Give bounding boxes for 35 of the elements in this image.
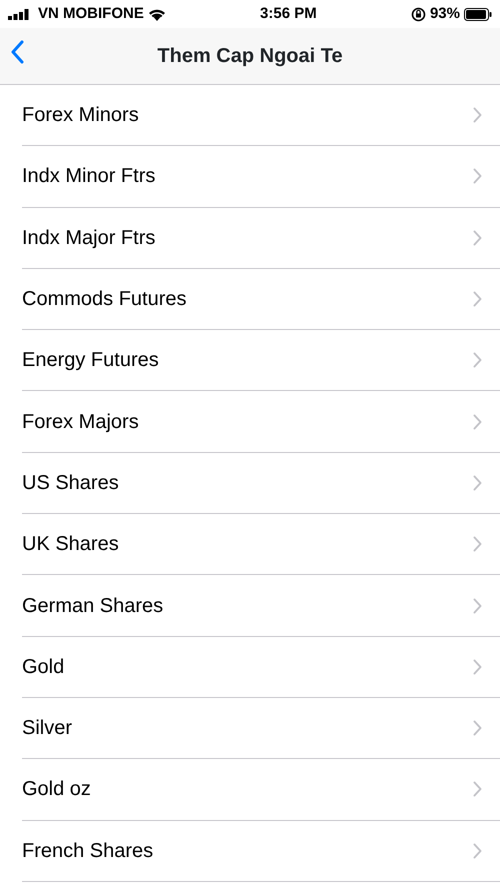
chevron-icon bbox=[473, 352, 482, 368]
screen-title: Them Cap Ngoai Te bbox=[157, 44, 343, 69]
list-item[interactable]: German Shares bbox=[0, 575, 500, 637]
list-item[interactable]: Forex Majors bbox=[0, 391, 500, 453]
clock-time: 3:56 PM bbox=[260, 4, 317, 24]
list-item[interactable]: Gold bbox=[0, 636, 500, 698]
chevron-icon bbox=[473, 658, 482, 675]
list-item[interactable]: Silver bbox=[0, 698, 500, 760]
chevron-icon bbox=[473, 536, 482, 552]
carrier-name: VN MOBIFONE bbox=[38, 4, 144, 24]
list-item[interactable]: Commods Futures bbox=[0, 268, 500, 330]
list-item[interactable]: UK Shares bbox=[0, 514, 500, 576]
chevron-icon bbox=[473, 598, 482, 614]
chevron-icon bbox=[473, 291, 482, 308]
wifi-icon bbox=[148, 8, 166, 20]
back-button[interactable] bbox=[10, 40, 24, 64]
list-item[interactable]: Indx Minor Ftrs bbox=[0, 146, 500, 208]
chevron-icon bbox=[473, 842, 482, 859]
list-item[interactable]: Gold oz bbox=[0, 759, 500, 821]
back-chevron-icon bbox=[10, 40, 24, 64]
list-item[interactable]: Forex Minors bbox=[0, 85, 500, 146]
chevron-icon bbox=[473, 107, 482, 124]
chevron-icon bbox=[473, 414, 482, 430]
list-item[interactable]: Indx Major Ftrs bbox=[0, 208, 500, 269]
chevron-icon bbox=[473, 230, 482, 246]
list-item[interactable]: US Shares bbox=[0, 452, 500, 514]
chevron-icon bbox=[473, 474, 482, 491]
chevron-icon bbox=[473, 168, 482, 184]
list-item[interactable]: French Shares bbox=[0, 820, 500, 882]
battery-percent: 93% bbox=[430, 4, 460, 24]
chevron-icon bbox=[473, 781, 482, 798]
list-item[interactable]: Energy Futures bbox=[0, 330, 500, 392]
rotation-lock-icon bbox=[410, 6, 426, 22]
chevron-icon bbox=[473, 720, 482, 736]
battery-icon bbox=[464, 8, 492, 20]
